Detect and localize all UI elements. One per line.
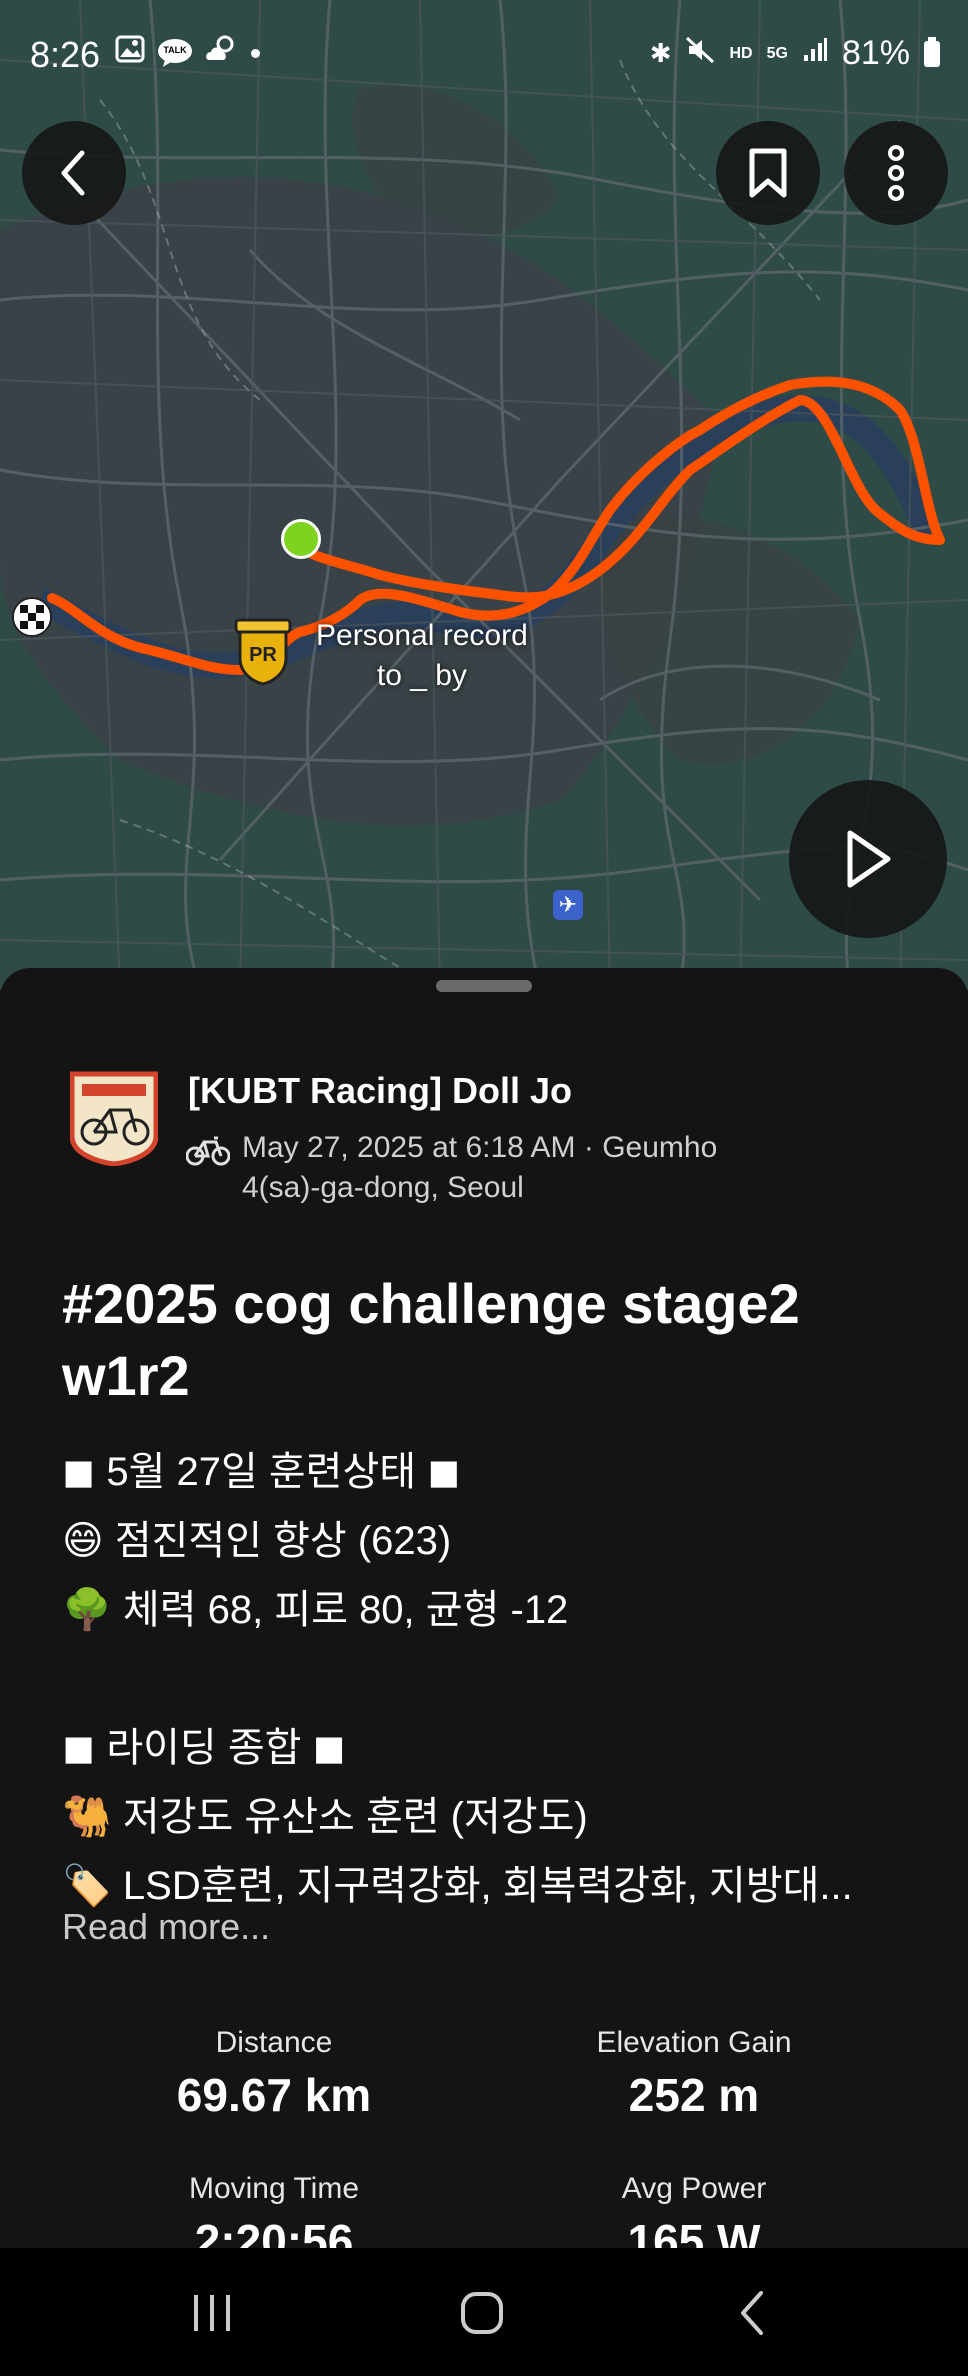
battery-icon xyxy=(924,36,940,67)
battery-percent: 81% xyxy=(841,34,910,72)
stat-label: Avg Power xyxy=(621,2172,767,2205)
signal-icon xyxy=(802,37,828,71)
system-nav-bar xyxy=(0,2248,968,2376)
description-line: ◼ 5월 27일 훈련상태 ◼ xyxy=(62,1450,461,1494)
status-bar: 8:26 TALK ✱ HD 5G 81% xyxy=(0,0,968,110)
bluetooth-icon: ✱ xyxy=(649,38,672,68)
pr-label-line2: to _ by xyxy=(376,659,467,692)
nav-back-button[interactable] xyxy=(712,2278,792,2348)
recents-button[interactable] xyxy=(172,2278,252,2348)
5g-icon: 5G xyxy=(766,44,788,62)
stat-value: 252 m xyxy=(628,2069,760,2121)
bookmark-icon xyxy=(749,148,787,198)
stat-value: 69.67 km xyxy=(176,2069,372,2121)
back-button[interactable] xyxy=(22,121,126,225)
athlete-name[interactable]: [KUBT Racing] Doll Jo xyxy=(188,1070,572,1112)
description-line: 🌳 체력 68, 피로 80, 균형 -12 xyxy=(62,1588,569,1632)
description-line: 🐫 저강도 유산소 훈련 (저강도) xyxy=(62,1795,588,1839)
description-line: ◼ 라이딩 종합 ◼ xyxy=(62,1726,346,1770)
bike-icon xyxy=(186,1136,230,1166)
start-marker xyxy=(281,519,321,559)
route-map[interactable]: PR Personal record to _ by ✈ 8:26 TALK ✱ xyxy=(0,0,968,990)
finish-flag-icon xyxy=(12,597,52,637)
play-icon xyxy=(847,830,891,888)
mute-icon xyxy=(685,36,715,72)
activity-description: ◼ 5월 27일 훈련상태 ◼ 😄 점진적인 향상 (623) 🌳 체력 68,… xyxy=(62,1438,942,1921)
avatar[interactable] xyxy=(69,1070,159,1167)
pr-label-line1: Personal record xyxy=(316,619,528,652)
read-more-link[interactable]: Read more... xyxy=(62,1906,270,1948)
home-button[interactable] xyxy=(442,2278,522,2348)
recents-icon xyxy=(194,2295,230,2331)
talk-icon-text: TALK xyxy=(163,45,187,55)
pr-badge[interactable]: PR xyxy=(232,618,294,686)
gallery-icon xyxy=(115,35,145,71)
activity-meta: May 27, 2025 at 6:18 AM · Geumho 4(sa)-g… xyxy=(242,1131,718,1204)
more-vertical-icon xyxy=(888,145,904,201)
description-line xyxy=(62,1645,942,1714)
talk-icon: TALK xyxy=(157,38,193,68)
airport-icon: ✈ xyxy=(553,890,583,920)
stat-label: Distance xyxy=(215,2026,333,2059)
description-line: 😄 점진적인 향상 (623) xyxy=(62,1519,452,1563)
status-time: 8:26 xyxy=(30,34,101,75)
chevron-left-icon xyxy=(61,150,85,196)
more-options-button[interactable] xyxy=(844,121,948,225)
sheet-drag-handle[interactable] xyxy=(436,980,532,992)
weather-icon xyxy=(205,34,239,72)
stat-label: Moving Time xyxy=(188,2172,360,2205)
activity-title: #2025 cog challenge stage2 w1r2 xyxy=(62,1272,800,1407)
stat-distance: Distance 69.67 km xyxy=(64,2026,484,2122)
stat-label: Elevation Gain xyxy=(596,2026,792,2059)
pr-label: Personal record to _ by xyxy=(316,616,528,696)
dot-icon xyxy=(251,48,260,58)
home-icon xyxy=(461,2292,503,2334)
back-icon xyxy=(741,2291,763,2335)
hd-voice-icon: HD xyxy=(729,44,753,62)
pr-badge-text: PR xyxy=(249,644,277,666)
bookmark-button[interactable] xyxy=(716,121,820,225)
play-flyover-button[interactable] xyxy=(789,780,947,938)
activity-sheet: [KUBT Racing] Doll Jo May 27, 2025 at 6:… xyxy=(0,968,968,2267)
stat-elevation: Elevation Gain 252 m xyxy=(484,2026,904,2122)
